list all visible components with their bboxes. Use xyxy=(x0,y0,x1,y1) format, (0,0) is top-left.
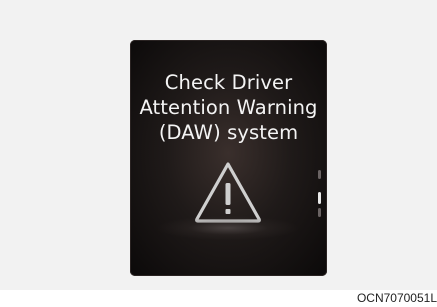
cluster-display: Check Driver Attention Warning (DAW) sys… xyxy=(130,40,327,276)
message-line-1: Check Driver xyxy=(164,71,293,94)
scroll-dot xyxy=(318,208,321,217)
scroll-dot-active xyxy=(318,192,321,204)
warning-triangle-icon xyxy=(195,162,261,223)
message-line-2: Attention Warning xyxy=(139,96,318,119)
warning-message: Check Driver Attention Warning (DAW) sys… xyxy=(130,70,327,145)
page-scroll-indicator xyxy=(318,170,321,220)
message-line-3: (DAW) system xyxy=(158,121,299,144)
figure-code: OCN7070051L xyxy=(356,291,437,305)
reflection-glow xyxy=(158,216,298,240)
scroll-dot xyxy=(318,170,321,179)
figure-background: Check Driver Attention Warning (DAW) sys… xyxy=(0,0,437,290)
